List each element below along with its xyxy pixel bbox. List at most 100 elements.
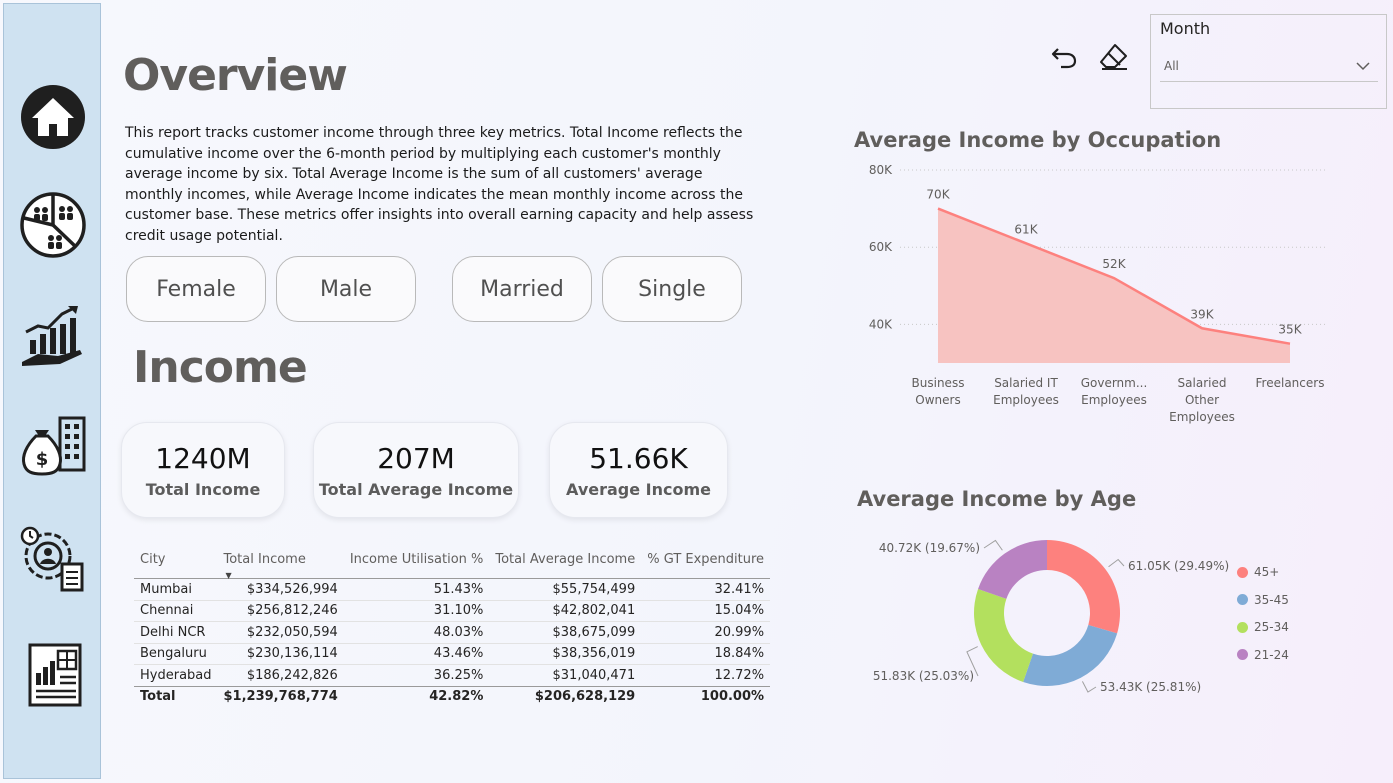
data-label: 61K	[1014, 222, 1038, 236]
cell-city: Delhi NCR	[140, 624, 206, 640]
customer-settings-icon[interactable]	[18, 524, 88, 594]
column-header-gt-expenditure[interactable]: % GT Expenditure	[641, 548, 771, 579]
cell-total-average-income: $38,675,099	[552, 624, 636, 640]
data-point[interactable]	[935, 206, 941, 212]
kpi-label: Total Income	[145, 479, 261, 499]
column-header-total-average-income[interactable]: Total Average Income	[489, 548, 642, 579]
kpi-card-total-income: 1240M Total Income	[121, 422, 285, 518]
filter-female-button[interactable]: Female	[126, 256, 266, 322]
data-point[interactable]	[1287, 341, 1293, 347]
cell-utilisation: 43.46%	[433, 646, 484, 662]
cell-total-average-income: $55,754,499	[552, 581, 636, 597]
data-point[interactable]	[1111, 275, 1117, 281]
data-label: 39K	[1190, 307, 1214, 321]
filter-married-button[interactable]: Married	[452, 256, 592, 322]
data-label: 40.72K (19.67%)	[879, 541, 980, 555]
occupation-chart-title: Average Income by Occupation	[854, 128, 1222, 152]
data-label: 52K	[1102, 257, 1126, 271]
filter-male-button[interactable]: Male	[276, 256, 416, 322]
donut-slice[interactable]	[978, 540, 1047, 599]
x-tick-label: Business Owners	[912, 376, 965, 407]
leader-line	[1108, 558, 1125, 568]
data-label: 70K	[926, 188, 950, 202]
kpi-value: 51.66K	[589, 441, 688, 475]
table-row[interactable]: Hyderabad $186,242,826 36.25% $31,040,471 12…	[134, 665, 771, 686]
kpi-label: Average Income	[566, 479, 711, 499]
month-slicer-label: Month	[1160, 19, 1211, 38]
cell-gt-expenditure: 20.99%	[714, 624, 765, 640]
data-label: 35K	[1278, 323, 1302, 337]
leader-line	[1081, 681, 1097, 693]
cell-total-income: $230,136,114	[246, 646, 338, 662]
cell-total-income: $334,526,994	[246, 581, 338, 597]
legend-label: 21-24	[1254, 647, 1289, 662]
y-tick-label: 80K	[869, 163, 893, 177]
column-header-total-income[interactable]: Total Income ▼	[217, 548, 344, 580]
column-header-income-utilisation[interactable]: Income Utilisation %	[343, 548, 490, 579]
table-row[interactable]: Delhi NCR $232,050,594 48.03% $38,675,099 20…	[134, 622, 771, 643]
kpi-value: 207M	[377, 441, 455, 475]
table-row[interactable]: Mumbai $334,526,994 51.43% $55,754,499 32.41…	[134, 579, 771, 600]
city-income-table: City Total Income ▼ Income Utilisation % …	[134, 548, 771, 707]
leader-line	[983, 539, 1003, 551]
cell-gt-expenditure: 18.84%	[714, 646, 765, 662]
cell-city: Hyderabad	[140, 667, 212, 683]
cell-total-average-income: $31,040,471	[552, 667, 636, 683]
y-tick-label: 60K	[869, 240, 893, 254]
legend-marker	[1237, 594, 1248, 605]
home-icon[interactable]	[18, 82, 88, 152]
cell-utilisation: 36.25%	[433, 667, 484, 683]
donut-slice[interactable]	[974, 589, 1033, 682]
cell-utilisation: 51.43%	[433, 581, 484, 597]
column-header-label: Total Income	[223, 551, 306, 567]
table-row[interactable]: Chennai $256,812,246 31.10% $42,802,041 15.0…	[134, 600, 771, 622]
legend-item[interactable]: 21-24	[1237, 648, 1289, 662]
legend-item[interactable]: 35-45	[1237, 593, 1289, 607]
legend-label: 35-45	[1254, 592, 1289, 607]
legend-marker	[1237, 566, 1248, 578]
table-header-row: City Total Income ▼ Income Utilisation % …	[134, 548, 771, 580]
kpi-card-average-income: 51.66K Average Income	[549, 422, 728, 518]
cell-total-label: Total	[134, 685, 218, 707]
x-tick-label: Freelancers	[1256, 376, 1325, 390]
page-title: Overview	[123, 50, 348, 101]
data-label: 51.83K (25.03%)	[873, 669, 974, 683]
table-total-row: Total $1,239,768,774 42.82% $206,628,129 100…	[134, 685, 771, 707]
cell-gt-expenditure: 100.00%	[641, 685, 771, 707]
table-row[interactable]: Bengaluru $230,136,114 43.46% $38,356,019 18…	[134, 643, 771, 665]
column-header-city[interactable]: City	[134, 548, 218, 579]
undo-icon[interactable]	[1048, 40, 1080, 72]
month-slicer: Month All	[1150, 14, 1387, 109]
data-point[interactable]	[1199, 325, 1205, 331]
cell-utilisation: 42.82%	[343, 685, 490, 707]
money-bag-building-icon[interactable]: $	[18, 412, 88, 482]
sidebar-nav: $	[3, 3, 101, 779]
kpi-value: 1240M	[155, 441, 251, 475]
legend-item[interactable]: 45+	[1237, 565, 1279, 579]
filter-single-button[interactable]: Single	[602, 256, 742, 322]
cell-total-income: $256,812,246	[246, 603, 338, 619]
cell-total-average-income: $206,628,129	[489, 685, 642, 707]
x-tick-label: Salaried Other Employees	[1169, 376, 1235, 424]
cell-city: Mumbai	[140, 581, 192, 597]
growth-chart-hand-icon[interactable]	[18, 302, 88, 372]
data-label: 61.05K (29.49%)	[1128, 559, 1229, 573]
eraser-clear-filters-icon[interactable]	[1098, 40, 1130, 72]
donut-slice[interactable]	[1047, 540, 1120, 634]
month-dropdown[interactable]: All	[1160, 53, 1378, 82]
report-document-icon[interactable]	[18, 639, 88, 709]
cell-gt-expenditure: 15.04%	[714, 603, 765, 619]
cell-total-average-income: $42,802,041	[552, 603, 636, 619]
svg-text:$: $	[36, 449, 49, 470]
demographics-pie-icon[interactable]	[18, 190, 88, 260]
cell-utilisation: 48.03%	[433, 624, 484, 640]
kpi-label: Total Average Income	[318, 479, 514, 499]
legend-marker	[1237, 649, 1248, 660]
donut-slice[interactable]	[1023, 624, 1118, 686]
x-tick-label: Governm... Employees	[1081, 376, 1148, 407]
age-donut-chart: 61.05K (29.49%) 53.43K (25.81%) 51.83K (25…	[873, 539, 1229, 694]
data-point[interactable]	[1023, 240, 1029, 246]
cell-city: Chennai	[140, 603, 194, 619]
section-title: Income	[133, 342, 308, 393]
legend-item[interactable]: 25-34	[1237, 620, 1289, 634]
